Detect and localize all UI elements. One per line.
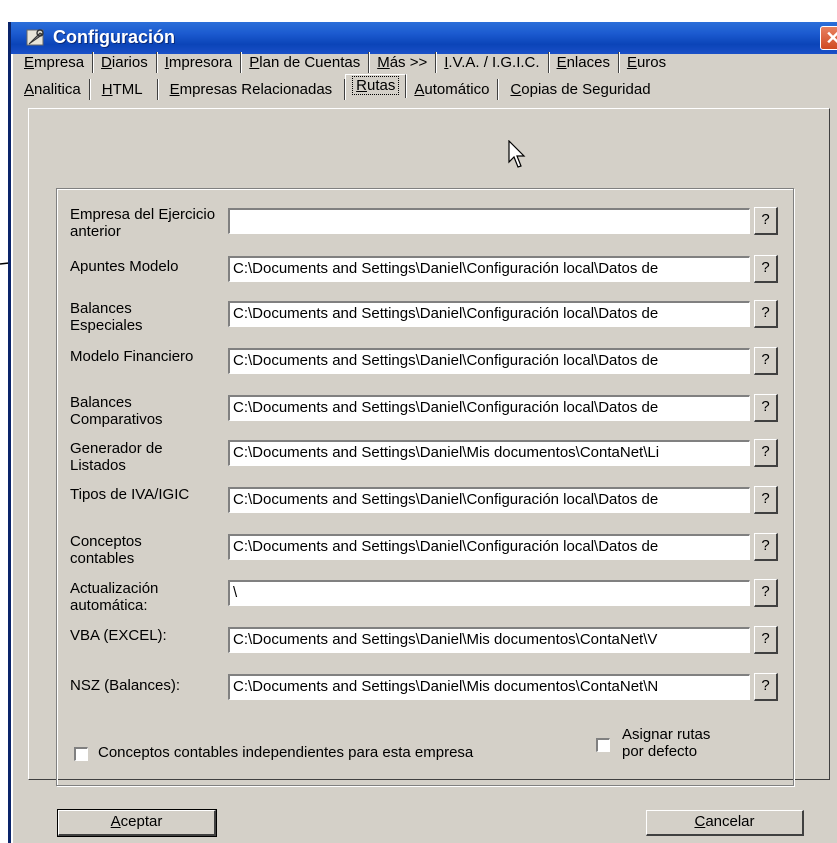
tab-row-2: Analitica HTML Empresas Relacionadas Rutas A… — [16, 74, 659, 104]
browse-button-apuntes-modelo[interactable]: ? — [754, 255, 778, 283]
label-balances-comparativos: Balances Comparativos — [70, 394, 163, 428]
label-balances-especiales: Balances Especiales — [70, 300, 143, 334]
browse-button-actualizacion-automatica[interactable]: ? — [754, 579, 778, 607]
tab-enlaces[interactable]: Enlaces — [549, 52, 619, 73]
label-apuntes-modelo: Apuntes Modelo — [70, 258, 179, 275]
mouse-cursor-icon — [508, 140, 526, 168]
label-empresa-ejercicio-anterior: Empresa del Ejercicio anterior — [70, 206, 216, 240]
title-bar[interactable]: Configuración ✕ — [11, 22, 837, 54]
browse-button-empresa-ejercicio-anterior[interactable]: ? — [754, 207, 778, 235]
browse-button-tipos-iva-igic[interactable]: ? — [754, 486, 778, 514]
label-generador-listados: Generador de Listados — [70, 440, 163, 474]
tab-euros[interactable]: Euros — [619, 52, 674, 73]
tab-copias-de-seguridad[interactable]: Copias de Seguridad — [498, 79, 658, 100]
cancel-button-label: ancelar — [705, 813, 755, 830]
browse-button-vba-excel[interactable]: ? — [754, 626, 778, 654]
accept-button[interactable]: Aceptar — [57, 809, 217, 837]
empresa-ejercicio-anterior-input[interactable] — [228, 208, 750, 234]
balances-especiales-input[interactable]: C:\Documents and Settings\Daniel\Configu… — [228, 301, 750, 327]
independent-concepts-checkbox[interactable] — [74, 747, 88, 761]
label-conceptos-contables: Conceptos contables — [70, 533, 142, 567]
vba-excel-input[interactable]: C:\Documents and Settings\Daniel\Mis doc… — [228, 627, 750, 653]
balances-comparativos-input[interactable]: C:\Documents and Settings\Daniel\Configu… — [228, 395, 750, 421]
label-modelo-financiero: Modelo Financiero — [70, 348, 194, 365]
tab-empresas-relacionadas[interactable]: Empresas Relacionadas — [158, 79, 346, 100]
tab-html[interactable]: HTML — [90, 79, 158, 100]
default-paths-checkbox[interactable] — [596, 738, 610, 752]
browse-button-balances-comparativos[interactable]: ? — [754, 394, 778, 422]
browse-button-balances-especiales[interactable]: ? — [754, 300, 778, 328]
label-tipos-iva-igic: Tipos de IVA/IGIC — [70, 486, 190, 503]
accept-button-key: A — [110, 813, 121, 830]
nsz-balances-input[interactable]: C:\Documents and Settings\Daniel\Mis doc… — [228, 674, 750, 700]
tab-mas[interactable]: Más >> — [369, 52, 437, 73]
tab-impresora[interactable]: Impresora — [157, 52, 242, 73]
browse-button-modelo-financiero[interactable]: ? — [754, 347, 778, 375]
wrench-icon — [26, 29, 44, 46]
tab-rutas[interactable]: Rutas — [345, 74, 407, 98]
cancel-button-key: C — [694, 813, 706, 830]
generador-listados-input[interactable]: C:\Documents and Settings\Daniel\Mis doc… — [228, 440, 750, 466]
apuntes-modelo-input[interactable]: C:\Documents and Settings\Daniel\Configu… — [228, 256, 750, 282]
modelo-financiero-input[interactable]: C:\Documents and Settings\Daniel\Configu… — [228, 348, 750, 374]
tab-automatico[interactable]: Automático — [406, 79, 499, 100]
tab-analitica[interactable]: Analitica — [16, 79, 90, 100]
tab-iva-igic[interactable]: I.V.A. / I.G.I.C. — [436, 52, 549, 73]
cancel-button[interactable]: Cancelar — [646, 810, 804, 836]
tab-diarios[interactable]: Diarios — [93, 52, 157, 73]
label-actualizacion-automatica: Actualización automática: — [70, 580, 159, 614]
label-nsz-balances: NSZ (Balances): — [70, 677, 181, 694]
browse-button-nsz-balances[interactable]: ? — [754, 673, 778, 701]
window-title: Configuración — [53, 27, 175, 47]
tipos-iva-igic-input[interactable]: C:\Documents and Settings\Daniel\Configu… — [228, 487, 750, 513]
actualizacion-automatica-input[interactable]: \ — [228, 580, 750, 606]
default-paths-label[interactable]: Asignar rutas por defecto — [622, 726, 732, 760]
conceptos-contables-input[interactable]: C:\Documents and Settings\Daniel\Configu… — [228, 534, 750, 560]
tab-empresa[interactable]: Empresa — [16, 52, 94, 73]
label-vba-excel: VBA (EXCEL): — [70, 627, 167, 644]
independent-concepts-label[interactable]: Conceptos contables independientes para … — [98, 744, 473, 761]
browse-button-generador-listados[interactable]: ? — [754, 439, 778, 467]
accept-button-label: ceptar — [120, 813, 163, 830]
browse-button-conceptos-contables[interactable]: ? — [754, 533, 778, 561]
close-button[interactable]: ✕ — [820, 26, 837, 50]
tab-plan-de-cuentas[interactable]: Plan de Cuentas — [241, 52, 370, 73]
